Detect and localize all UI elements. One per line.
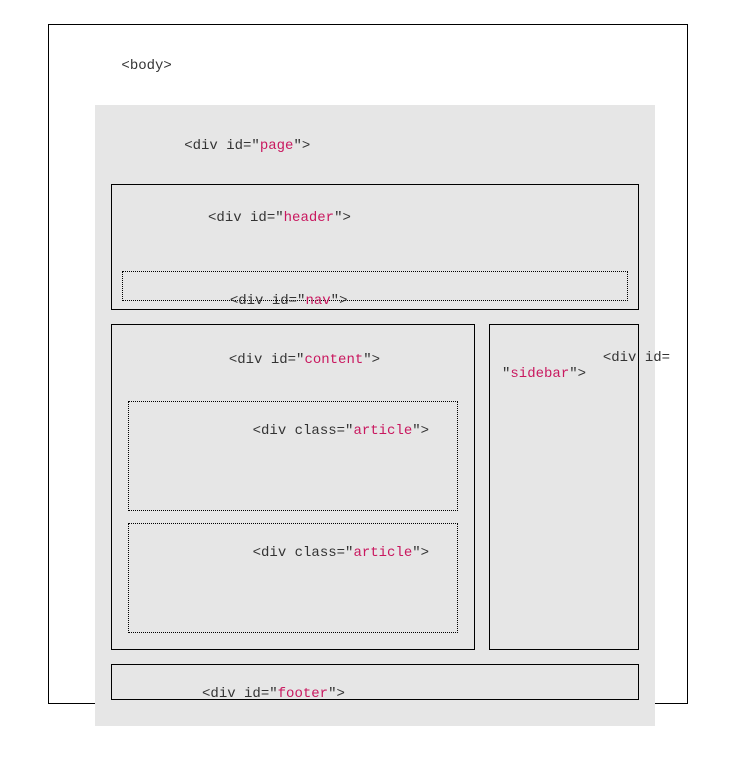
nav-label: <div id="nav"> bbox=[123, 272, 627, 330]
footer-box: <div id="footer"> bbox=[111, 664, 639, 700]
sidebar-id-value: sidebar bbox=[510, 366, 569, 382]
article1-tag-open: <div class=" bbox=[253, 423, 354, 439]
nav-box: <div id="nav"> bbox=[122, 271, 628, 301]
sidebar-box: <div id="sidebar"> bbox=[489, 324, 639, 650]
article2-tag-close: "> bbox=[412, 545, 429, 561]
sidebar-q2: "> bbox=[569, 366, 586, 382]
article1-tag-close: "> bbox=[412, 423, 429, 439]
article1-class-value: article bbox=[353, 423, 412, 439]
nav-tag-close: "> bbox=[331, 293, 348, 309]
diagram-canvas: <body> <div id="page"> <div id="header">… bbox=[0, 0, 736, 764]
page-id-value: page bbox=[260, 138, 294, 154]
footer-tag-open: <div id=" bbox=[202, 686, 278, 702]
article2-class-value: article bbox=[353, 545, 412, 561]
header-id-value: header bbox=[284, 210, 334, 226]
content-label: <div id="content"> bbox=[122, 331, 464, 389]
nav-id-value: nav bbox=[305, 293, 330, 309]
article-label-1: <div class="article"> bbox=[129, 402, 457, 460]
footer-tag-close: "> bbox=[328, 686, 345, 702]
article2-tag-open: <div class=" bbox=[253, 545, 354, 561]
middle-row: <div id="content"> <div class="article">… bbox=[111, 324, 639, 650]
content-box: <div id="content"> <div class="article">… bbox=[111, 324, 475, 650]
sidebar-line1: <div id= bbox=[603, 350, 670, 366]
article-label-2: <div class="article"> bbox=[129, 524, 457, 582]
page-tag-open: <div id=" bbox=[184, 138, 260, 154]
header-box: <div id="header"> <div id="nav"> bbox=[111, 184, 639, 310]
page-tag-close: "> bbox=[293, 138, 310, 154]
content-tag-open: <div id=" bbox=[229, 352, 305, 368]
body-tag: <body> bbox=[121, 58, 171, 74]
content-id-value: content bbox=[304, 352, 363, 368]
page-box: <div id="page"> <div id="header"> <div i… bbox=[95, 105, 655, 726]
body-box: <body> <div id="page"> <div id="header">… bbox=[48, 24, 688, 704]
body-label: <body> bbox=[65, 37, 671, 95]
header-tag-open: <div id=" bbox=[208, 210, 284, 226]
footer-id-value: footer bbox=[278, 686, 328, 702]
nav-tag-open: <div id=" bbox=[230, 293, 306, 309]
content-tag-close: "> bbox=[363, 352, 380, 368]
header-label: <div id="header"> bbox=[118, 189, 632, 247]
article-box-2: <div class="article"> bbox=[128, 523, 458, 633]
footer-label: <div id="footer"> bbox=[112, 665, 638, 723]
sidebar-label: <div id="sidebar"> bbox=[496, 329, 632, 404]
page-label: <div id="page"> bbox=[111, 117, 639, 175]
header-tag-close: "> bbox=[334, 210, 351, 226]
article-box-1: <div class="article"> bbox=[128, 401, 458, 511]
